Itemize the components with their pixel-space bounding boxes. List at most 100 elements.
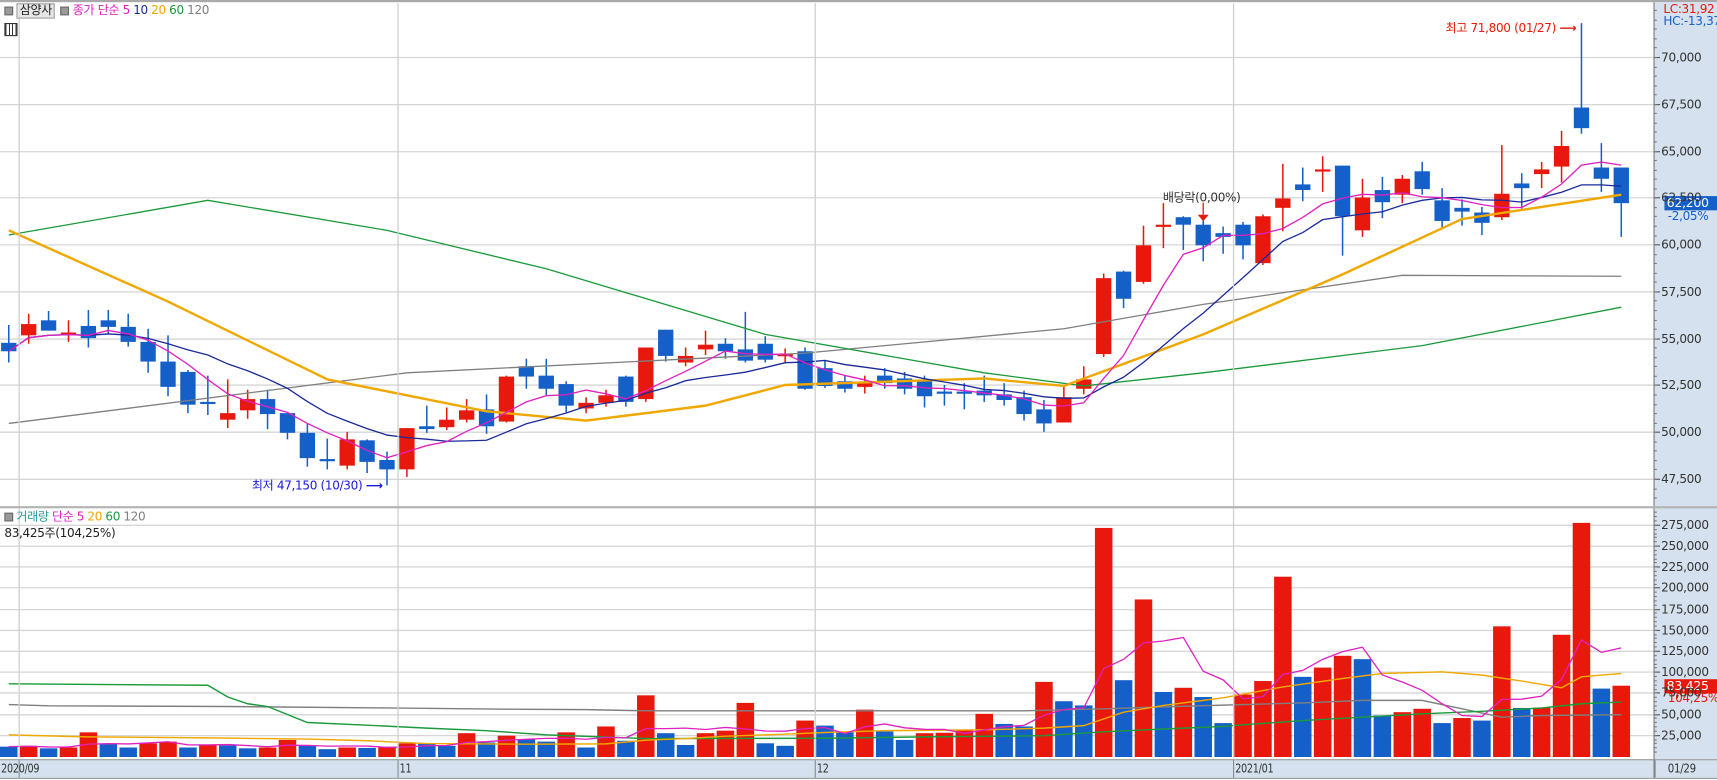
candle-body [1275,198,1291,208]
candle [1135,225,1152,284]
candle-body [1454,207,1470,212]
candle [1215,226,1231,254]
volume-bar [1612,685,1631,757]
volume-tick-label: 250,000 [1661,538,1709,553]
volume-bar [1493,626,1511,757]
volume-bar [1552,634,1571,757]
volume-bar [258,747,277,757]
candle-body [1434,200,1450,221]
volume-study-label[interactable]: 단순 [52,509,74,523]
candle [1295,167,1311,202]
candle-body [458,410,475,420]
volume-bar [139,743,157,757]
volume-bar [238,748,257,757]
volume-panel-menu-icon[interactable] [4,512,14,521]
volume-bar [656,733,675,757]
candle-body [399,428,415,470]
ma10-label: 10 [133,3,148,18]
volume-bar [179,747,197,757]
candle [1255,214,1271,266]
candle-body [658,329,674,356]
candle-body [379,460,395,470]
candle-body [140,341,156,362]
candle-body [1295,184,1311,191]
candle-body [299,432,316,459]
candle-body [598,395,614,403]
price-tick-label: 62,500 [1661,190,1702,205]
volume-tick-label: 25,000 [1661,727,1702,743]
candle-body [40,320,57,331]
price-panel-menu-icon[interactable] [4,6,14,15]
candle [757,336,773,363]
symbol-button[interactable]: 삼양사 [16,3,56,19]
candle [180,370,196,414]
candle [518,358,535,389]
vma20-label: 20 [87,509,103,524]
volume-bar [1094,527,1113,757]
volume-title[interactable]: 거래량 [16,509,49,523]
volume-bar [437,745,456,757]
volume-bar [218,745,237,757]
candle [80,310,97,348]
volume-bar [99,744,118,757]
candle-body [1255,216,1271,264]
candle [1514,173,1530,209]
volume-bar [517,739,536,757]
volume-bar [19,745,38,757]
last-date-label: 01/29 [1667,761,1696,776]
study-label[interactable]: 종가 단순 [73,3,120,17]
volume-bar [1333,655,1352,757]
vma120-label: 120 [123,509,146,524]
volume-bar [1015,726,1033,757]
candle-body [697,344,714,350]
volume-bar [119,747,137,757]
volume-bar [338,747,356,757]
candle [359,439,375,474]
candle-body [100,320,116,327]
vma60-label: 60 [105,509,121,524]
price-tick-label: 55,000 [1661,331,1702,346]
study-menu-icon[interactable] [60,6,70,15]
chart-canvas[interactable] [0,0,1717,780]
candle-body [1096,278,1112,355]
price-tick-label: 65,000 [1661,144,1702,159]
axis-layer [1653,2,1661,778]
stock-chart-window: 삼양사 종가 단순 5 10 20 60 120 거래량 단순 5 20 60 120 83,425주… [0,0,1717,780]
candle-body [1573,107,1590,129]
candle [1613,167,1629,237]
ex-dividend-arrowhead-icon [1197,214,1209,222]
candle [538,358,554,396]
volume-tick-label: 150,000 [1661,622,1709,638]
ma20-label: 20 [151,3,166,18]
candle [1573,23,1590,134]
volume-tick-label: 125,000 [1661,643,1709,658]
volume-tick-label: 100,000 [1661,664,1709,679]
candle [1314,156,1331,192]
candle-body [1155,224,1172,227]
candle [1494,145,1510,221]
ma5-label: 5 [122,3,131,18]
price-legend: 삼양사 종가 단순 5 10 20 60 120 [2,3,212,19]
volume-bar [1035,681,1053,757]
candle-body [1414,171,1430,190]
ex-dividend-annotation: 배당락(0,00%) [1162,190,1241,205]
volume-bar [0,746,18,757]
volume-tick-label: 200,000 [1661,580,1709,595]
data-table-icon[interactable] [4,23,18,37]
hc-readout: HC:-13,37 [1663,14,1717,29]
volume-tick-label: 175,000 [1661,601,1709,617]
volume-bar [1075,705,1093,757]
candle [1414,161,1430,195]
candle [140,328,156,373]
arrow-right-icon: ⟶ [1559,20,1577,36]
volume-bar [716,730,735,757]
panel-splitter[interactable] [0,506,1717,509]
candle [339,431,355,470]
volume-bar [199,744,217,757]
x-tick-label: 12 [817,761,829,776]
candle [697,330,714,356]
candle [40,310,57,331]
candle-body [1056,397,1072,423]
price-tick-label: 57,500 [1661,284,1702,299]
candle-body [1593,167,1610,179]
